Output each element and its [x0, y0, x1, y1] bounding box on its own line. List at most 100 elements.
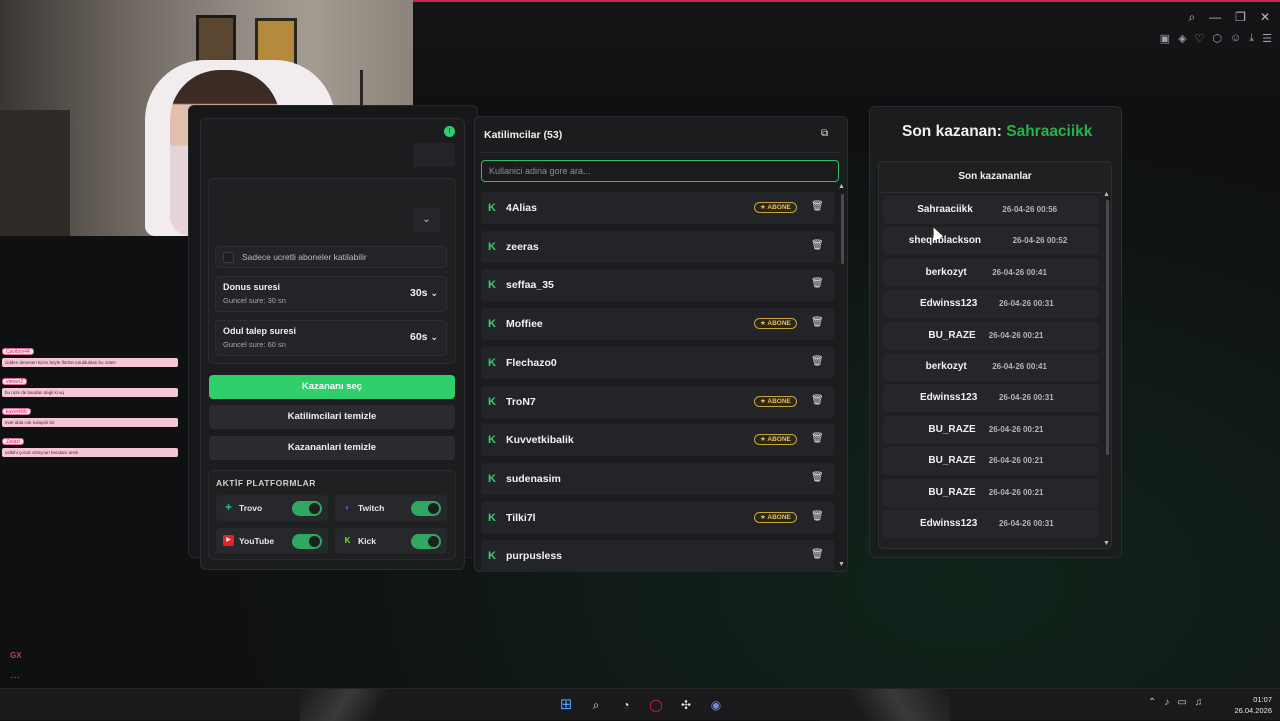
scroll-down-icon[interactable]: ▼ — [1103, 540, 1110, 547]
participant-name: TroN7 — [506, 395, 536, 408]
delete-icon[interactable]: 🗑 — [811, 317, 824, 328]
participant-name: sudenasim — [506, 472, 561, 485]
subscriber-badge-label: ABONE — [767, 204, 791, 211]
opera-gx-icon[interactable]: ◯ — [646, 695, 666, 715]
minimize-icon[interactable]: — — [1209, 10, 1221, 25]
snapshot-icon[interactable]: ▣ — [1160, 32, 1170, 45]
claim-time-value: 60s — [410, 331, 428, 343]
extensions-icon[interactable]: ⬡ — [1212, 32, 1222, 45]
participant-row[interactable]: Kseffaa_35 🗑 — [481, 269, 834, 302]
keyword-input[interactable] — [413, 143, 455, 167]
menu-icon[interactable]: ☰ — [1262, 32, 1272, 45]
participant-search-input[interactable] — [481, 160, 839, 182]
youtube-toggle[interactable] — [292, 534, 322, 549]
participant-row[interactable]: K Kuvvetkibalik ★ ABONE 🗑 — [481, 424, 834, 457]
delete-icon[interactable]: 🗑 — [811, 472, 824, 483]
clear-participants-button[interactable]: Katilimcilari temizle — [209, 405, 455, 429]
platform-name: Kick — [358, 536, 376, 546]
pick-winner-button[interactable]: Kazananı seç — [209, 375, 455, 399]
winners-scrollbar[interactable] — [1106, 200, 1109, 455]
clock-date: 26.04.2026 — [1234, 706, 1272, 715]
participant-row[interactable]: K Moffiee ★ ABONE 🗑 — [481, 308, 834, 341]
windows-start-icon[interactable]: ⊞ — [556, 695, 576, 715]
delete-icon[interactable]: 🗑 — [811, 201, 824, 212]
kick-icon: K — [344, 536, 351, 545]
subscriber-badge-label: ABONE — [767, 397, 791, 405]
platforms-section: AKTİF PLATFORMLAR ✚ Trovo ◐ Twitch ▶ You… — [208, 470, 456, 560]
platforms-title: AKTİF PLATFORMLAR — [216, 478, 316, 488]
heart-icon[interactable]: ♡ — [1195, 32, 1205, 45]
subscriber-only-checkbox[interactable] — [223, 252, 234, 263]
winner-time: 26-04-26 00:41 — [992, 267, 1047, 277]
participant-row[interactable]: Ksudenasim 🗑 — [481, 462, 834, 495]
spin-time-select[interactable]: 30s ⌄ — [410, 287, 438, 299]
delete-icon[interactable]: 🗑 — [811, 433, 824, 444]
trovo-toggle[interactable] — [292, 501, 322, 516]
kick-icon: K — [488, 279, 496, 292]
winner-row: berkozyt 26-04-26 00:41 — [883, 258, 1099, 287]
participant-name: seffaa_35 — [506, 279, 554, 292]
microphone-icon[interactable]: ♪ — [1164, 697, 1169, 708]
delete-icon[interactable]: 🗑 — [811, 278, 824, 289]
winner-name: Edwinss123 — [920, 392, 978, 404]
divider — [880, 192, 1102, 193]
close-icon[interactable]: ✕ — [1260, 10, 1270, 25]
participant-scrollbar[interactable] — [841, 194, 844, 264]
spin-time-title: Donus suresi — [223, 282, 281, 292]
scroll-up-icon[interactable]: ▲ — [838, 183, 845, 190]
winner-name: BU_RAZE — [928, 486, 976, 498]
winner-time: 26-04-26 00:31 — [999, 393, 1054, 403]
participant-row[interactable]: K Tilki7l ★ ABONE 🗑 — [481, 501, 834, 534]
clock[interactable]: 01:07 26.04.2026 — [1226, 694, 1272, 716]
winner-time: 26-04-26 00:21 — [988, 424, 1044, 434]
participant-row[interactable]: K 4Alias ★ ABONE 🗑 — [481, 192, 834, 224]
subscriber-only-option[interactable]: Sadece ucretli aboneler katilabilir — [215, 246, 447, 268]
platform-kick: K Kick — [335, 528, 447, 554]
copy-icon[interactable]: ⧉ — [821, 128, 833, 140]
delete-icon[interactable]: 🗑 — [811, 240, 824, 251]
claim-time-select[interactable]: 60s ⌄ — [410, 331, 438, 343]
subscriber-badge: ★ ABONE — [754, 202, 797, 213]
restore-icon[interactable]: ❐ — [1235, 10, 1246, 25]
winner-row: BU_RAZE 26-04-26 00:21 — [883, 447, 1099, 476]
delete-icon[interactable]: 🗑 — [811, 356, 824, 367]
tray-chevron-icon[interactable]: ⌃ — [1148, 697, 1156, 708]
mode-select-chevron-icon[interactable]: ⌄ — [413, 208, 440, 232]
shield-icon[interactable]: ◈ — [1178, 32, 1186, 45]
participant-row[interactable]: Kzeeras 🗑 — [481, 230, 834, 263]
delete-icon[interactable]: 🗑 — [811, 549, 824, 560]
winner-row: Edwinss123 26-04-26 00:31 — [883, 290, 1099, 319]
clear-winners-button[interactable]: Kazananlari temizle — [209, 436, 455, 460]
kick-toggle[interactable] — [411, 534, 441, 549]
chat-text: evet abla cok kolaydir bir — [2, 418, 178, 427]
trovo-icon: ✚ — [225, 503, 232, 512]
twitch-toggle[interactable] — [411, 501, 441, 516]
volume-icon[interactable]: ♫ — [1195, 697, 1203, 708]
browser-brand[interactable]: GX — [10, 651, 22, 660]
chat-message: viewer2 bu raze de bandan degil ki aq — [2, 370, 178, 397]
winner-row: Edwinss123 26-04-26 00:31 — [883, 384, 1099, 413]
app-icon[interactable]: ✣ — [676, 695, 696, 715]
last-winner-label: Son kazanan: — [902, 123, 1002, 140]
profile-icon[interactable]: ☺ — [1230, 32, 1241, 45]
delete-icon[interactable]: 🗑 — [811, 395, 824, 406]
participant-row[interactable]: K Flechazo0 🗑 — [481, 346, 834, 379]
last-winner-name: Sahraaciikk — [1006, 123, 1093, 140]
scroll-down-icon[interactable]: ▼ — [838, 561, 845, 568]
search-icon[interactable]: ⌕ — [586, 695, 606, 715]
spin-time-subtitle: Guncel sure: 30 sn — [223, 296, 286, 305]
search-icon[interactable]: ⌕ — [1188, 10, 1195, 25]
platform-trovo: ✚ Trovo — [216, 495, 328, 521]
download-icon[interactable]: ⤓ — [1249, 32, 1254, 45]
participant-name: Tilki7l — [506, 511, 536, 524]
more-icon[interactable]: ··· — [10, 672, 20, 683]
participant-row[interactable]: Kpurpusless 🗑 — [481, 540, 834, 573]
network-icon[interactable]: ▭ — [1177, 697, 1186, 708]
scroll-up-icon[interactable]: ▲ — [1103, 191, 1110, 198]
participant-row[interactable]: K TroN7 ★ ABONE 🗑 — [481, 385, 834, 418]
participant-name: Kuvvetkibalik — [506, 434, 574, 447]
app-icon[interactable]: ◔ — [616, 695, 636, 715]
discord-icon[interactable]: ◉ — [706, 695, 726, 715]
delete-icon[interactable]: 🗑 — [811, 511, 824, 522]
winner-name: BU_RAZE — [928, 455, 976, 467]
